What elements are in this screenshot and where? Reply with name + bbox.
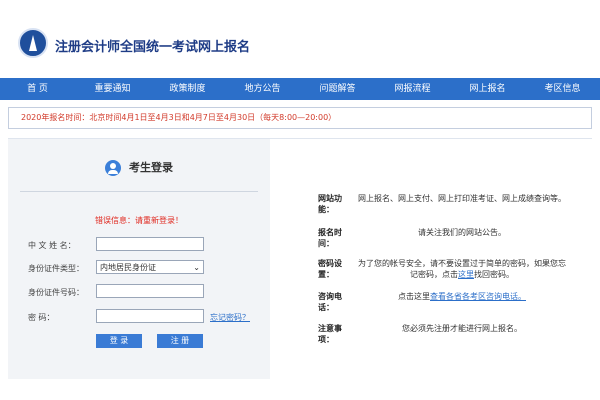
info-value: 请关注我们的网站公告。 — [418, 228, 506, 237]
info-text: 点击这里 — [398, 292, 430, 301]
forgot-password-link[interactable]: 忘记密码？ — [210, 312, 250, 323]
cicpa-logo-icon — [18, 28, 48, 58]
login-divider — [20, 191, 258, 192]
login-panel: 考生登录 错误信息：请重新登录！ 中 文 姓 名： 身份证件类型： 内地居民身份… — [8, 139, 270, 379]
nav-home[interactable]: 首 页 — [0, 78, 75, 100]
contact-phone-link[interactable]: 查看各省各考区咨询电话。 — [430, 292, 526, 301]
chevron-down-icon: ⌄ — [193, 262, 200, 272]
info-value: 网上报名、网上支付、网上打印准考证、网上成绩查询等。 — [358, 194, 566, 203]
info-value: 点击这里查看各省各考区咨询电话。 — [356, 291, 568, 313]
error-message: 错误信息：请重新登录！ — [95, 216, 183, 225]
info-key: 网站功能： — [318, 194, 342, 214]
id-number-label: 身份证件号码： — [28, 288, 84, 297]
info-row-registration-time: 报名时间： 请关注我们的网站公告。 — [318, 227, 568, 249]
nav-faq[interactable]: 问题解答 — [300, 78, 375, 100]
nav-local-announcement[interactable]: 地方公告 — [225, 78, 300, 100]
site-title: 注册会计师全国统一考试网上报名 — [55, 40, 251, 55]
registration-time-notice: 2020年报名时间：北京时间4月1日至4月3日和4月7日至4月30日（每天8:0… — [8, 107, 592, 129]
nav-important-notice[interactable]: 重要通知 — [75, 78, 150, 100]
info-key: 报名时间： — [318, 228, 342, 248]
info-panel: 网站功能： 网上报名、网上支付、网上打印准考证、网上成绩查询等。 报名时间： 请… — [270, 139, 592, 379]
info-row-password: 密码设置： 为了您的帐号安全，请不要设置过于简单的密码，如果您忘记密码，点击这里… — [318, 258, 568, 280]
nav-policy[interactable]: 政策制度 — [150, 78, 225, 100]
user-icon — [105, 160, 121, 176]
info-key: 注意事项： — [318, 324, 342, 344]
register-button[interactable]: 注 册 — [157, 334, 203, 348]
main-nav: 首 页 重要通知 政策制度 地方公告 问题解答 网报流程 网上报名 考区信息 — [0, 78, 600, 100]
main-content: 考生登录 错误信息：请重新登录！ 中 文 姓 名： 身份证件类型： 内地居民身份… — [8, 138, 592, 379]
name-label: 中 文 姓 名： — [28, 241, 76, 250]
info-key: 密码设置： — [318, 259, 342, 279]
info-value: 您必须先注册才能进行网上报名。 — [402, 324, 522, 333]
site-header: 注册会计师全国统一考试网上报名 — [0, 0, 600, 78]
info-row-phone: 咨询电话： 点击这里查看各省各考区咨询电话。 — [318, 291, 568, 313]
nav-online-registration[interactable]: 网上报名 — [450, 78, 525, 100]
info-value: 为了您的帐号安全，请不要设置过于简单的密码，如果您忘记密码，点击这里找回密码。 — [356, 258, 568, 280]
id-type-label: 身份证件类型： — [28, 264, 84, 273]
info-key: 咨询电话： — [318, 292, 342, 312]
info-row-notes: 注意事项： 您必须先注册才能进行网上报名。 — [318, 323, 568, 345]
login-button[interactable]: 登 录 — [96, 334, 142, 348]
id-type-select[interactable]: 内地居民身份证 ⌄ — [96, 260, 204, 274]
recover-password-link[interactable]: 这里 — [458, 270, 474, 279]
nav-exam-area-info[interactable]: 考区信息 — [525, 78, 600, 100]
info-text: 找回密码。 — [474, 270, 514, 279]
password-input[interactable] — [96, 309, 204, 323]
name-input[interactable] — [96, 237, 204, 251]
info-row-features: 网站功能： 网上报名、网上支付、网上打印准考证、网上成绩查询等。 — [318, 193, 568, 215]
login-title: 考生登录 — [129, 161, 173, 174]
id-number-input[interactable] — [96, 284, 204, 298]
password-label: 密 码： — [28, 313, 55, 322]
login-heading: 考生登录 — [8, 159, 270, 176]
nav-process[interactable]: 网报流程 — [375, 78, 450, 100]
id-type-value: 内地居民身份证 — [100, 262, 156, 272]
